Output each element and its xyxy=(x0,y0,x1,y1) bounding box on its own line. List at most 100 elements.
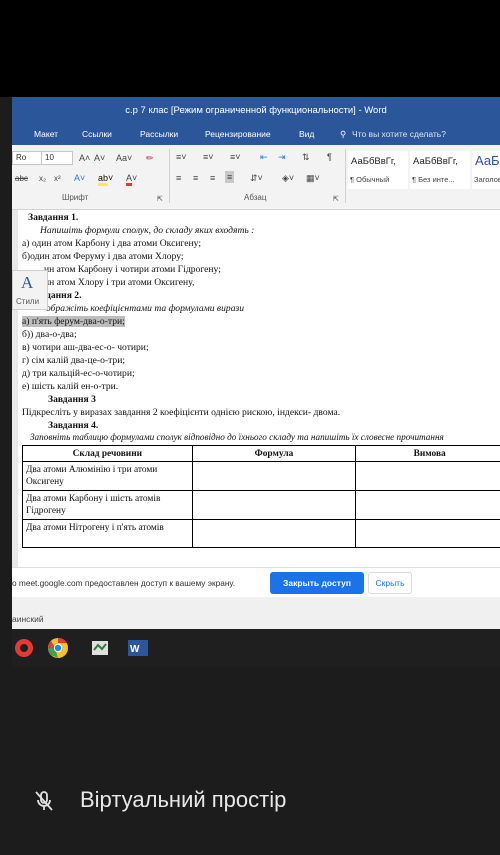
doc-line: б)) два-о-два; xyxy=(22,329,77,340)
tab-review[interactable]: Рецензирование xyxy=(205,129,271,139)
language-indicator[interactable]: аинский xyxy=(12,614,44,624)
font-name-value: Ro xyxy=(16,153,27,162)
doc-line: е) шість калій ен-о-три. xyxy=(22,381,119,392)
table-cell[interactable] xyxy=(355,519,500,548)
doc-line: ин атом Хлору і три атоми Оксигену, xyxy=(44,277,195,288)
table-header-row: Склад речовини Формула Вимова xyxy=(22,445,500,462)
text-effects-icon[interactable]: A˅ xyxy=(74,173,85,183)
doc-line: а) один атом Карбону і два атоми Оксиген… xyxy=(22,238,201,249)
style-preview: АаБбВвГг, xyxy=(351,156,396,167)
doc-line: в) чотири аш-два-ес-о- чотири; xyxy=(22,342,149,353)
status-bar: аинский xyxy=(12,597,500,629)
superscript-icon[interactable]: x² xyxy=(54,174,61,183)
style-preview: АаБ xyxy=(475,153,500,168)
styles-pane-button[interactable]: A Стили xyxy=(12,270,48,310)
phone-screen: с.р 7 клас [Режим ограниченной функциона… xyxy=(0,0,500,855)
task-1-heading: Завдання 1. xyxy=(28,212,79,223)
table-header: Склад речовини xyxy=(22,445,193,462)
line-spacing-icon[interactable]: ⇵˅ xyxy=(250,173,263,184)
font-size-value: 10 xyxy=(45,153,54,162)
task-2-heading: дання 2. xyxy=(46,290,82,301)
table-cell[interactable] xyxy=(191,519,357,548)
style-name: ¶ Без инте... xyxy=(412,175,455,184)
ribbon: Ro 10 A˄ A˅ Aa˅ ✏ abc x₂ x² A˅ ab˅ A˅ Шр… xyxy=(12,145,500,210)
table-header: Вимова xyxy=(355,445,500,462)
table-cell[interactable] xyxy=(355,461,500,491)
font-dialog-launcher-icon[interactable]: ⇱ xyxy=(157,195,163,203)
task-4-instruction: Заповніть таблицю формулами сполук відпо… xyxy=(30,432,444,442)
align-center-icon[interactable]: ≡ xyxy=(193,173,198,183)
table-cell[interactable]: Два атоми Нітрогену і п'ять атомів xyxy=(22,519,193,548)
task-1-instruction: Напишіть формули сполук, до складу яких … xyxy=(40,225,255,236)
word-icon[interactable]: W xyxy=(126,636,150,660)
font-group-label: Шрифт xyxy=(62,193,89,202)
tab-layout[interactable]: Макет xyxy=(34,129,58,139)
task-2-instruction: ображіть коефіцієнтами та формулами вира… xyxy=(46,303,245,314)
task-4-heading: Завдання 4. xyxy=(48,420,99,431)
shared-screen: с.р 7 клас [Режим ограниченной функциона… xyxy=(12,97,500,667)
align-left-icon[interactable]: ≡ xyxy=(176,173,181,183)
doc-line-selected: а) п'ять ферум-два-о-три; xyxy=(22,316,125,327)
table-cell[interactable] xyxy=(191,461,357,491)
decrease-indent-icon[interactable]: ⇤ xyxy=(260,152,268,163)
bottom-bar: Віртуальний простір xyxy=(0,760,500,840)
tell-me-box[interactable]: Что вы хотите сделать? xyxy=(352,129,446,139)
table-header: Формула xyxy=(191,445,357,462)
highlight-icon[interactable]: ab˅ xyxy=(98,173,113,186)
mic-off-icon[interactable] xyxy=(34,790,54,812)
style-no-spacing[interactable]: АаБбВвГг, ¶ Без инте... xyxy=(410,151,470,189)
chrome-icon[interactable] xyxy=(46,636,70,660)
font-size-combo[interactable]: 10 xyxy=(41,151,73,165)
increase-indent-icon[interactable]: ⇥ xyxy=(278,152,286,163)
change-case-icon[interactable]: Aa˅ xyxy=(116,153,132,163)
table-cell[interactable]: Два атоми Алюмінію і три атоми Оксигену xyxy=(22,461,193,491)
styles-icon: A xyxy=(21,273,34,292)
borders-icon[interactable]: ▦˅ xyxy=(306,173,320,184)
table-cell[interactable] xyxy=(191,490,357,520)
sort-icon[interactable]: ⇅ xyxy=(302,152,310,163)
ribbon-separator xyxy=(169,149,170,203)
align-right-icon[interactable]: ≡ xyxy=(210,173,215,183)
table-cell[interactable]: Два атоми Карбону і шість атомів Гідроге… xyxy=(22,490,193,520)
doc-line: ин атом Карбону і чотири атоми Гідрогену… xyxy=(44,264,221,275)
style-heading[interactable]: АаБ Заголов xyxy=(472,151,500,189)
justify-icon[interactable]: ≡ xyxy=(225,171,235,183)
document-page[interactable]: Завдання 1. Напишіть формули сполук, до … xyxy=(18,210,500,600)
table-cell[interactable] xyxy=(355,490,500,520)
font-color-icon[interactable]: A˅ xyxy=(126,173,137,186)
task-3-heading: Завдання 3 xyxy=(48,394,96,405)
styles-pane-label: Стили xyxy=(16,297,40,306)
svg-text:W: W xyxy=(130,644,140,655)
virtual-space-label: Віртуальний простір xyxy=(80,787,287,812)
doc-line: г) сім калій два-це-о-три; xyxy=(22,355,125,366)
tab-view[interactable]: Вид xyxy=(299,129,314,139)
clear-format-icon[interactable]: ✏ xyxy=(146,153,154,164)
tell-me-icon: ⚲ xyxy=(340,129,347,139)
grow-font-icon[interactable]: A˄ xyxy=(79,153,90,163)
taskbar-app-icon[interactable] xyxy=(12,636,36,660)
compounds-table: Склад речовини Формула Вимова Два атоми … xyxy=(22,445,500,548)
taskbar: W xyxy=(12,629,500,667)
doc-line: Підкресліть у виразах завдання 2 коефіці… xyxy=(22,407,341,418)
style-normal[interactable]: АаБбВвГг, ¶ Обычный xyxy=(348,151,408,189)
shading-icon[interactable]: ◈˅ xyxy=(282,173,294,184)
top-dark-area xyxy=(0,0,500,97)
tab-mailings[interactable]: Рассылки xyxy=(140,129,178,139)
show-marks-icon[interactable]: ¶ xyxy=(327,152,332,162)
strikethrough-icon[interactable]: abc xyxy=(15,174,28,183)
numbering-icon[interactable]: ≡˅ xyxy=(203,152,214,162)
bullets-icon[interactable]: ≡˅ xyxy=(176,152,187,162)
font-name-combo[interactable]: Ro xyxy=(12,151,42,165)
subscript-icon[interactable]: x₂ xyxy=(39,174,46,183)
doc-line: д) три кальцій-ес-о-чотири; xyxy=(22,368,135,379)
paragraph-dialog-launcher-icon[interactable]: ⇱ xyxy=(333,195,339,203)
stop-sharing-button[interactable]: Закрыть доступ xyxy=(270,572,364,594)
screen-share-bar: о meet.google.com предоставлен доступ к … xyxy=(12,567,500,597)
taskbar-file-icon[interactable] xyxy=(88,636,112,660)
shrink-font-icon[interactable]: A˅ xyxy=(94,153,105,163)
style-name: ¶ Обычный xyxy=(350,175,390,184)
style-preview: АаБбВвГг, xyxy=(413,156,458,167)
multilevel-list-icon[interactable]: ≡˅ xyxy=(230,152,241,162)
tab-references[interactable]: Ссылки xyxy=(82,129,112,139)
hide-button[interactable]: Скрыть xyxy=(368,572,412,594)
